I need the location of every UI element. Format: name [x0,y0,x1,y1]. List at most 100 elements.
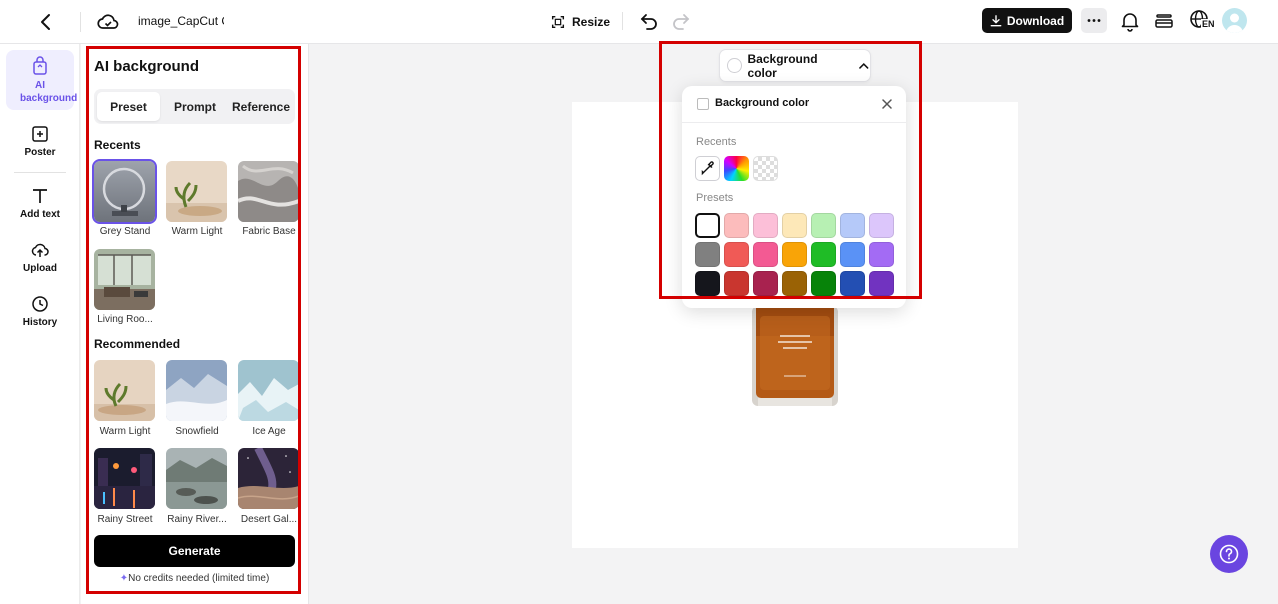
preset-color-swatch[interactable] [753,242,778,267]
preset-thumb-rainy-river[interactable] [166,448,227,509]
preset-thumb-warm-light-2[interactable] [94,360,155,421]
preset-thumb-fabric-base[interactable] [238,161,299,222]
rail-label: AI background [20,80,78,104]
rail-item-history[interactable]: History [6,294,74,328]
preset-color-swatch[interactable] [840,271,865,296]
chevron-up-icon [859,62,869,69]
resize-label: Resize [572,15,611,29]
language-globe-icon[interactable]: EN [1188,8,1216,34]
eyedropper-icon[interactable] [695,156,720,181]
preset-thumb-snowfield[interactable] [166,360,227,421]
preset-tabs: Preset Prompt Reference [94,89,295,124]
help-question-icon [1219,544,1239,564]
rail-label: Upload [23,263,57,274]
preset-thumb-ice-age[interactable] [238,360,299,421]
preset-color-swatch[interactable] [724,271,749,296]
inbox-tray-icon[interactable] [1152,9,1176,33]
preset-color-swatch[interactable] [782,242,807,267]
upload-cloud-icon [31,243,49,257]
sparkle-icon: ✦ [119,573,129,584]
document-title[interactable]: image_CapCut C [138,14,224,28]
preset-color-swatch[interactable] [869,242,894,267]
preset-color-swatch[interactable] [869,213,894,238]
close-icon[interactable] [880,97,894,111]
resize-icon [551,15,565,29]
thumb-label: Fabric Base [242,226,296,237]
thumb-label: Desert Gal... [240,514,298,525]
back-arrow-icon[interactable] [34,10,58,34]
preset-color-swatch[interactable] [811,271,836,296]
preset-color-swatch[interactable] [840,213,865,238]
more-dots-icon [1087,19,1101,22]
preset-thumb-rainy-street[interactable] [94,448,155,509]
preset-color-swatch[interactable] [753,271,778,296]
recommended-heading: Recommended [94,337,181,351]
thumb-label: Rainy Street [97,514,153,525]
thumb-label: Living Roo... [97,314,153,325]
presets-label: Presets [696,192,734,204]
background-color-label: Background color [747,51,818,80]
preset-color-swatch[interactable] [753,213,778,238]
notification-bell-icon[interactable] [1118,9,1142,33]
poster-icon [32,126,48,142]
download-button[interactable]: Download [982,8,1072,33]
color-swatch-dot [727,58,742,73]
user-avatar[interactable] [1222,8,1247,33]
background-color-checkbox[interactable] [697,98,709,110]
preset-color-swatch[interactable] [840,242,865,267]
tab-preset[interactable]: Preset [97,92,160,121]
preset-color-swatch[interactable] [695,213,720,238]
background-color-toggle[interactable]: Background color [719,49,871,82]
preset-color-swatch[interactable] [695,242,720,267]
download-icon [990,14,1002,26]
background-color-popover: Background color Recents Presets [682,86,906,308]
generate-button[interactable]: Generate [94,535,295,567]
redo-icon[interactable] [670,10,692,32]
text-t-icon [33,189,47,203]
cloud-sync-icon[interactable] [96,10,120,34]
preset-thumb-grey-stand[interactable] [92,159,157,224]
tab-prompt[interactable]: Prompt [164,92,226,121]
preset-color-swatch[interactable] [695,271,720,296]
rail-item-upload[interactable]: Upload [6,240,74,274]
preset-thumb-warm-light[interactable] [166,161,227,222]
preset-thumb-desert-galaxy[interactable] [238,448,299,509]
panel-title: AI background [94,58,200,75]
tab-reference[interactable]: Reference [228,92,294,121]
popover-header: Background color [682,86,906,123]
popover-title: Background color [715,97,810,109]
preset-color-swatch[interactable] [869,271,894,296]
preset-color-swatch[interactable] [782,271,807,296]
thumb-label: Rainy River... [167,514,227,525]
preset-color-swatch[interactable] [724,242,749,267]
credits-note: ✦No credits needed (limited time) [94,573,295,584]
preset-color-swatch[interactable] [811,213,836,238]
credits-note-text: No credits needed (limited time) [128,573,270,584]
rail-item-add-text[interactable]: Add text [6,186,74,220]
thumb-label: Snowfield [175,426,219,437]
tool-rail: AI background Poster Add text Upload His… [0,44,80,604]
preset-color-swatch[interactable] [782,213,807,238]
more-options-button[interactable] [1081,8,1107,33]
preset-color-swatch[interactable] [811,242,836,267]
help-button[interactable] [1210,535,1248,573]
resize-button[interactable]: Resize [550,10,610,34]
divider [622,12,623,30]
undo-icon[interactable] [638,10,660,32]
avatar-person-icon [1226,13,1243,33]
ai-background-icon [33,56,47,75]
top-bar: image_CapCut C Resize Download EN [0,0,1278,44]
thumb-label: Ice Age [252,426,286,437]
history-clock-icon [32,296,48,312]
transparent-swatch[interactable] [753,156,778,181]
rail-divider [14,172,66,173]
thumb-label: Grey Stand [99,226,151,237]
rail-label: Add text [20,209,60,220]
recents-label: Recents [696,136,737,148]
rail-item-ai-background[interactable]: AI background [6,50,78,110]
product-image-perfume-bottle[interactable] [750,306,840,410]
preset-color-swatch[interactable] [724,213,749,238]
preset-thumb-living-room[interactable] [94,249,155,310]
color-picker-spectrum-icon[interactable] [724,156,749,181]
rail-item-poster[interactable]: Poster [6,124,74,158]
